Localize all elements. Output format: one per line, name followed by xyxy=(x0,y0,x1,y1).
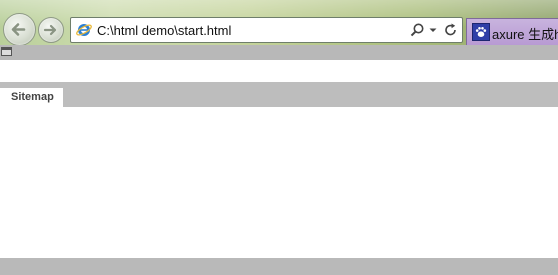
refresh-icon[interactable] xyxy=(443,22,458,38)
bottom-bar xyxy=(0,258,558,275)
back-button[interactable] xyxy=(3,13,36,45)
forward-arrow-icon xyxy=(43,24,57,36)
back-arrow-icon xyxy=(11,23,26,36)
chevron-down-icon[interactable] xyxy=(428,23,438,37)
browser-toolbar: C:\html demo\start.html axure 生成ht xyxy=(0,0,558,45)
forward-button[interactable] xyxy=(38,17,64,43)
sitemap-panel xyxy=(0,107,558,258)
url-text[interactable]: C:\html demo\start.html xyxy=(97,23,231,38)
pane-toggle-icon[interactable] xyxy=(1,47,12,56)
baidu-paw-icon xyxy=(472,23,490,41)
panel-tab-bar: Sitemap xyxy=(0,82,558,107)
ie-page-icon xyxy=(76,24,92,36)
browser-tab[interactable]: axure 生成ht xyxy=(466,18,558,45)
address-bar[interactable]: C:\html demo\start.html xyxy=(70,17,463,43)
tab-sitemap[interactable]: Sitemap xyxy=(0,88,63,107)
search-icon[interactable] xyxy=(409,22,425,38)
tab-title: axure 生成ht xyxy=(492,27,558,42)
page-toolbar xyxy=(0,45,558,60)
